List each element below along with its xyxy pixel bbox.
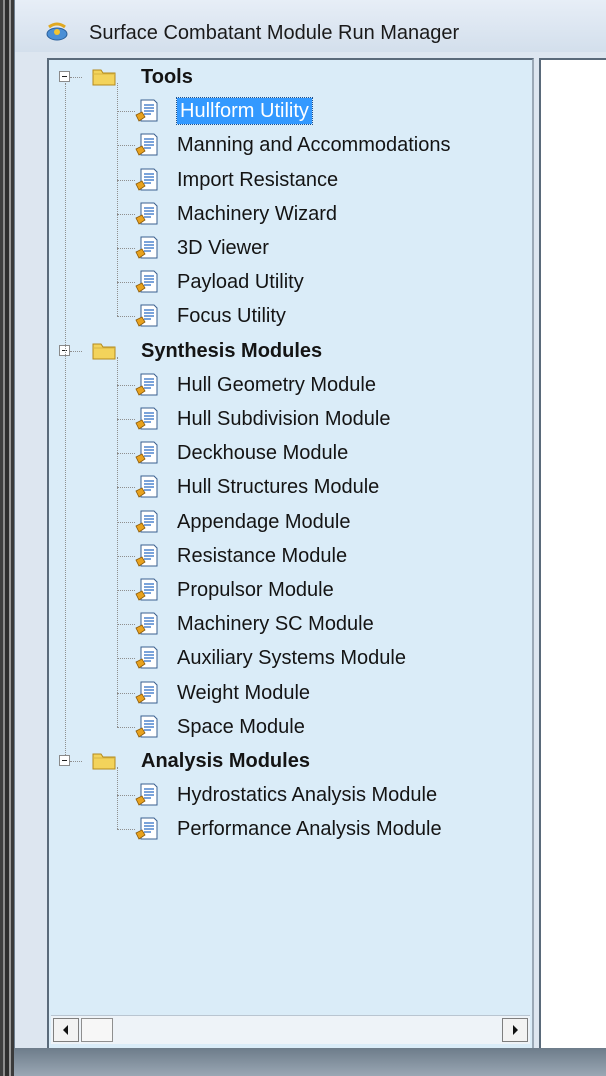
tree-connector	[70, 761, 82, 762]
document-icon	[135, 168, 159, 192]
tree-connector	[117, 384, 135, 386]
tree-item-1-4[interactable]: Appendage Module	[177, 509, 350, 535]
tree-group-0-label[interactable]: Tools	[141, 64, 193, 90]
horizontal-scrollbar[interactable]	[51, 1015, 530, 1044]
satellite-icon	[43, 19, 71, 45]
tree-connector	[117, 487, 135, 489]
scroll-left-button[interactable]	[53, 1018, 79, 1042]
tree-item-0-3[interactable]: Machinery Wizard	[177, 201, 337, 227]
tree-item-2-0[interactable]: Hydrostatics Analysis Module	[177, 782, 437, 808]
tree-group-2-label[interactable]: Analysis Modules	[141, 748, 310, 774]
tree-connector	[117, 316, 135, 318]
tree-connector	[117, 521, 135, 523]
tree-connector	[117, 658, 135, 660]
document-icon	[135, 373, 159, 397]
tree-connector	[117, 111, 135, 113]
tree-connector	[117, 555, 135, 557]
folder-icon	[92, 750, 116, 770]
document-icon	[135, 578, 159, 602]
document-icon	[135, 407, 159, 431]
document-icon	[135, 783, 159, 807]
folder-icon	[92, 66, 116, 86]
tree-item-0-5[interactable]: Payload Utility	[177, 269, 304, 295]
tree-connector	[117, 453, 135, 455]
tree-item-1-1[interactable]: Hull Subdivision Module	[177, 406, 390, 432]
module-tree-panel: Tools Hullform Utility Manning and Accommo…	[47, 58, 534, 1052]
document-icon	[135, 202, 159, 226]
document-icon	[135, 681, 159, 705]
document-icon	[135, 270, 159, 294]
tree-item-0-0[interactable]: Hullform Utility	[176, 97, 313, 126]
tree-connector	[117, 692, 135, 694]
document-icon	[135, 612, 159, 636]
tree-connector	[117, 726, 135, 728]
tree-item-0-4[interactable]: 3D Viewer	[177, 235, 269, 261]
tree-connector	[70, 350, 82, 352]
tree-connector	[117, 624, 135, 626]
expander-0[interactable]	[59, 71, 70, 82]
tree-connector	[65, 83, 66, 755]
document-icon	[135, 510, 159, 534]
scroll-thumb[interactable]	[81, 1018, 113, 1042]
tree-connector	[117, 213, 135, 215]
tree-connector	[117, 829, 135, 831]
tree-connector	[117, 282, 135, 284]
tree-connector	[70, 77, 82, 78]
tree-item-1-10[interactable]: Space Module	[177, 714, 305, 740]
tree-item-0-6[interactable]: Focus Utility	[177, 303, 286, 329]
document-icon	[135, 99, 159, 123]
tree-item-1-7[interactable]: Machinery SC Module	[177, 611, 374, 637]
tree-connector	[117, 179, 135, 181]
tree-connector	[117, 145, 135, 147]
tree-connector	[117, 83, 118, 317]
status-strip	[14, 1048, 606, 1076]
document-icon	[135, 817, 159, 841]
tree-item-1-3[interactable]: Hull Structures Module	[177, 474, 379, 500]
tree-connector	[117, 590, 135, 591]
tree-group-1-label[interactable]: Synthesis Modules	[141, 338, 322, 364]
tree-connector	[117, 419, 135, 420]
tree-item-0-1[interactable]: Manning and Accommodations	[177, 132, 451, 158]
window-title: Surface Combatant Module Run Manager	[89, 22, 460, 44]
left-window-frame	[0, 0, 14, 1076]
tree-connector	[117, 795, 135, 797]
folder-icon	[92, 340, 116, 360]
tree-item-1-8[interactable]: Auxiliary Systems Module	[177, 645, 406, 671]
tree-item-1-5[interactable]: Resistance Module	[177, 543, 347, 569]
tree-item-1-2[interactable]: Deckhouse Module	[177, 440, 348, 466]
tree-connector	[117, 356, 118, 727]
tree-item-1-9[interactable]: Weight Module	[177, 680, 310, 706]
document-icon	[135, 715, 159, 739]
document-icon	[135, 133, 159, 157]
document-icon	[135, 646, 159, 670]
details-panel	[539, 58, 606, 1050]
module-tree: Tools Hullform Utility Manning and Accommo…	[49, 60, 532, 1000]
tree-connector	[117, 248, 135, 249]
tree-item-0-2[interactable]: Import Resistance	[177, 167, 338, 193]
tree-item-2-1[interactable]: Performance Analysis Module	[177, 816, 442, 842]
document-icon	[135, 441, 159, 465]
tree-connector	[117, 767, 118, 830]
document-icon	[135, 304, 159, 328]
expander-2[interactable]	[59, 755, 70, 766]
title-bar: Surface Combatant Module Run Manager	[15, 0, 606, 52]
document-icon	[135, 475, 159, 499]
tree-item-1-6[interactable]: Propulsor Module	[177, 577, 334, 603]
tree-item-1-0[interactable]: Hull Geometry Module	[177, 372, 376, 398]
run-manager-window: Surface Combatant Module Run Manager Too…	[14, 0, 606, 1052]
document-icon	[135, 236, 159, 260]
document-icon	[135, 544, 159, 568]
scroll-right-button[interactable]	[502, 1018, 528, 1042]
